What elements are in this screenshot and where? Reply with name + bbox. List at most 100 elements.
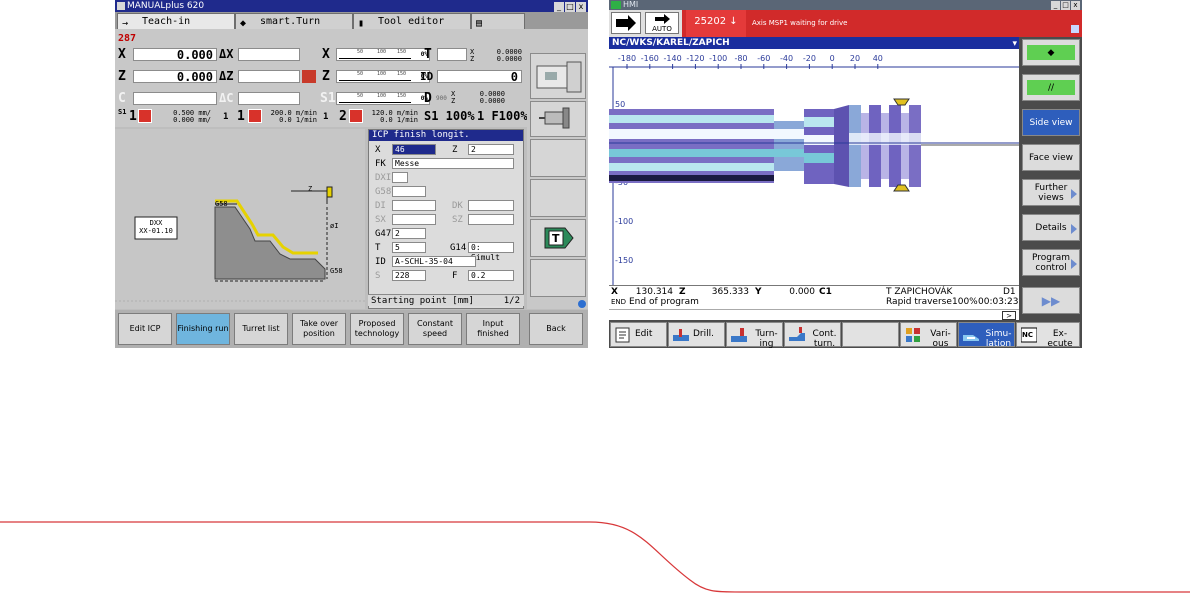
side-button-4[interactable]	[530, 179, 586, 217]
param-row-fk: FK Messe	[372, 158, 522, 170]
spindle-brake-icon	[302, 70, 316, 83]
drill-label: Drill.	[693, 329, 714, 339]
simulation-view[interactable]: -180 -160 -140 -120 -100 -80 -60 -40 -20 0 20 40 50…	[609, 49, 1019, 285]
offset-z: 0.0000	[496, 55, 522, 63]
id-value: 0	[437, 70, 522, 83]
dk-input[interactable]	[468, 200, 514, 211]
alarm-line[interactable]: 25202 ↓ Axis MSP1 waiting for drive	[682, 10, 1082, 37]
z-input[interactable]: 2	[468, 144, 514, 155]
spindle-override: S1 100%	[424, 109, 475, 123]
dxi-input[interactable]	[392, 172, 408, 183]
hsoftkey-turning[interactable]: Turn- ing	[726, 322, 783, 348]
simulation-icon	[963, 335, 979, 341]
window-title: HMI	[623, 0, 639, 9]
side-button-6[interactable]	[530, 259, 586, 297]
tab-organization[interactable]: ▤	[471, 13, 525, 29]
scale-tick: 100	[377, 71, 387, 77]
softkey-input-finished[interactable]: Input finished	[466, 313, 520, 345]
close-button[interactable]: x	[576, 2, 586, 12]
tab-smart-turn[interactable]: ◆ smart.Turn	[235, 13, 353, 29]
app-icon	[117, 2, 125, 10]
horizontal-softkeys: Edit ICP Finishing run Turret list Take …	[115, 310, 588, 348]
y-tick-label: 50	[615, 100, 625, 109]
tool-id-input[interactable]: A-SCHL-35-04	[392, 256, 476, 267]
machine-area-button[interactable]	[611, 12, 641, 34]
vsoftkey-program-control[interactable]: Program control	[1022, 249, 1080, 276]
maximize-button[interactable]: □	[1061, 1, 1070, 10]
softkey-edit-icp[interactable]: Edit ICP	[118, 313, 172, 345]
softkey-take-over-position[interactable]: Take over position	[292, 313, 346, 345]
hsoftkey-empty[interactable]	[842, 322, 899, 347]
fk-input[interactable]: Messe	[392, 158, 514, 169]
minimize-button[interactable]: _	[1051, 1, 1060, 10]
param-row-t-g14: T 5 G14 0: Simult	[372, 242, 522, 262]
close-button[interactable]: x	[1071, 1, 1080, 10]
maximize-button[interactable]: □	[565, 2, 575, 12]
minimize-button[interactable]: _	[554, 2, 564, 12]
s-input[interactable]: 228	[392, 270, 426, 281]
t-input[interactable]: 5	[392, 242, 426, 253]
vsoftkey-face-view[interactable]: Face view	[1022, 144, 1080, 171]
softkey-proposed-technology[interactable]: Proposed technology	[350, 313, 404, 345]
vsoftkey-start[interactable]: ◆	[1022, 39, 1080, 66]
hsoftkey-drill[interactable]: Drill.	[668, 322, 725, 347]
speed-nominal: 0.0 1/min	[380, 116, 418, 124]
decorative-red-curve	[0, 521, 1190, 593]
sinumerik-hmi-window: HMI _ □ x AUTO 25202 ↓ Axis MSP1 waiting f…	[609, 0, 1082, 348]
tool-call-button[interactable]: T	[530, 219, 586, 257]
vsoftkey-details[interactable]: Details	[1022, 214, 1080, 241]
spindle-2-label: 2	[339, 109, 347, 124]
f-input[interactable]: 0.2	[468, 270, 514, 281]
scroll-right-button[interactable]: >	[1002, 311, 1016, 320]
status-text: Starting point [mm]	[371, 296, 474, 306]
alarm-message: Axis MSP1 waiting for drive	[752, 19, 848, 27]
hsoftkey-execute[interactable]: NC Ex- ecute	[1016, 322, 1080, 348]
vsoftkey-further-views[interactable]: Further views	[1022, 179, 1080, 206]
param-row-sx-sz: SX SZ	[372, 214, 522, 226]
side-button-3[interactable]	[530, 139, 586, 177]
x-input[interactable]: 46	[392, 144, 436, 155]
speed-values-1: 200.0 m/min 0.0 1/min	[265, 110, 317, 124]
contour-graphic: G58 G58 Z øI DXX XX-01.10	[115, 129, 365, 309]
z-marker-label: Z	[308, 185, 313, 193]
hsoftkey-various[interactable]: Vari- ous	[900, 322, 957, 348]
tab-label: Tool editor	[378, 16, 445, 27]
vsoftkey-side-view[interactable]: Side view	[1022, 109, 1080, 136]
softkey-turret-list[interactable]: Turret list	[234, 313, 288, 345]
sx-input[interactable]	[392, 214, 436, 225]
tab-label: smart.Turn	[260, 16, 321, 27]
tab-tool-editor[interactable]: ▮ Tool editor	[353, 13, 471, 29]
tool-holder-button[interactable]	[530, 101, 586, 137]
alarm-number: 25202	[694, 16, 727, 27]
softkey-constant-speed[interactable]: Constant speed	[408, 313, 462, 345]
vsoftkey-stop[interactable]: //	[1022, 74, 1080, 101]
di-label: DI	[375, 201, 386, 211]
auto-mode-button[interactable]: AUTO	[645, 12, 679, 34]
program-path: NC/WKS/KAREL/ZAPICH ▾	[609, 37, 1019, 49]
softkey-finishing-run[interactable]: Finishing run	[176, 313, 230, 345]
hsoftkey-edit[interactable]: Edit	[610, 322, 667, 347]
title-bar: HMI _ □ x	[609, 0, 1082, 10]
tab-teach-in[interactable]: → Teach-in	[117, 13, 235, 29]
di-input[interactable]	[392, 200, 436, 211]
manualplus-window: MANUALplus 620 _ □ x → Teach-in ◆ smart.Tu…	[115, 0, 588, 348]
g47-input[interactable]: 2	[392, 228, 426, 239]
x-tick-label: -40	[780, 54, 793, 63]
s1-spindle-label: S1	[118, 108, 127, 116]
y-tick-label: -150	[615, 256, 633, 265]
g14-select[interactable]: 0: Simult	[468, 242, 514, 262]
hsoftkey-simulation[interactable]: Simu- lation	[958, 322, 1015, 348]
edit-label: Edit	[635, 329, 653, 339]
x-tick-label: -140	[664, 54, 682, 63]
softkey-back[interactable]: Back	[529, 313, 583, 345]
hsoftkey-contour-turning[interactable]: Cont. turn.	[784, 322, 841, 348]
vsoftkey-fast-forward[interactable]: ▶▶	[1022, 287, 1080, 314]
title-bar: MANUALplus 620 _ □ x	[115, 0, 588, 12]
info-icon[interactable]	[578, 300, 586, 308]
delta-z-label: ΔZ	[219, 69, 234, 83]
sz-input[interactable]	[468, 214, 514, 225]
tool-holder-icon	[539, 107, 570, 129]
g58-input[interactable]	[392, 186, 426, 197]
machine-view-button[interactable]	[530, 53, 586, 99]
start-icon: ◆	[1027, 45, 1075, 60]
